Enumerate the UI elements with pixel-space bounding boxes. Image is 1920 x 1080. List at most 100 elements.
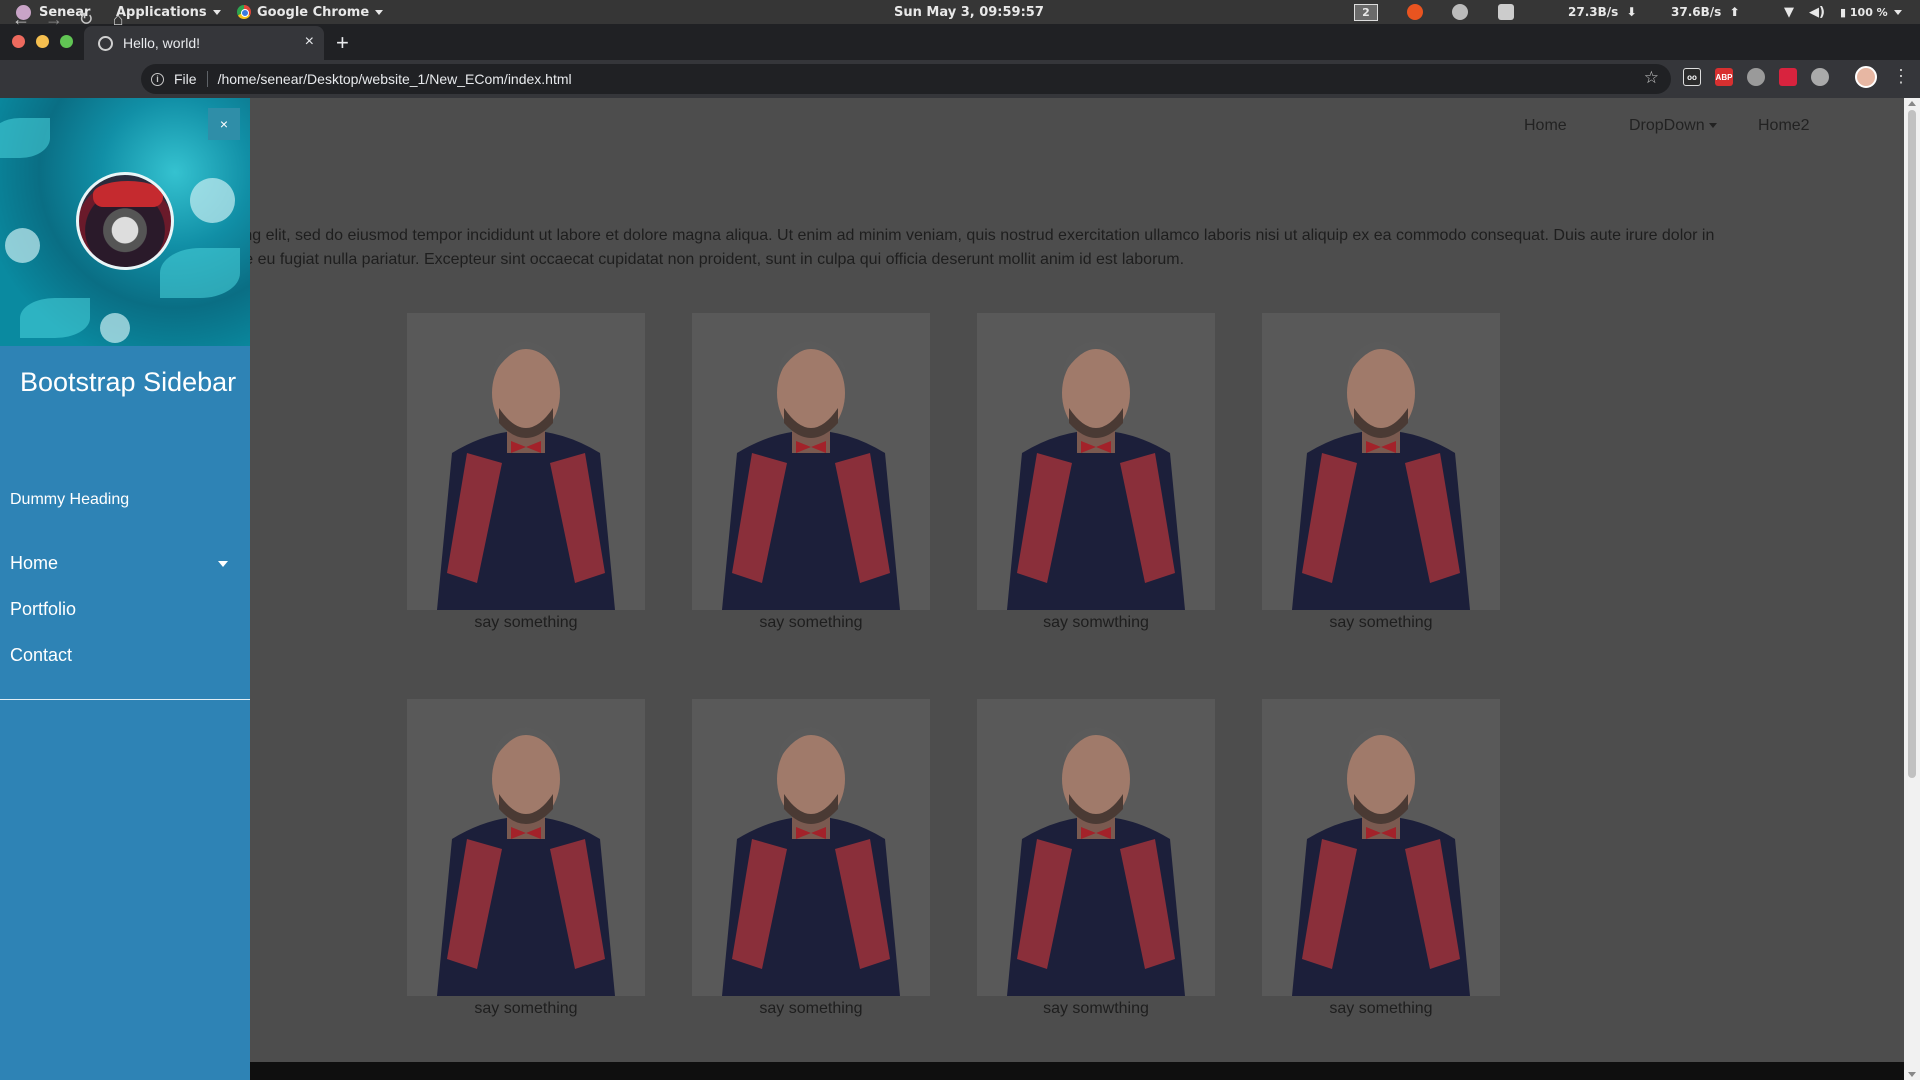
page-viewport: Home DropDown Home2 tetur adipisicing el… <box>0 98 1904 1080</box>
caret-down-icon <box>218 561 228 567</box>
volume-icon[interactable]: ◀) <box>1809 0 1825 24</box>
nav-home-link[interactable]: Home <box>1524 117 1567 135</box>
sidebar-item-home[interactable]: Home <box>10 553 240 574</box>
gallery-caption: say something <box>1329 1000 1433 1017</box>
accessibility-icon <box>1452 4 1468 20</box>
net-down-value: 27.3B/s <box>1568 5 1619 19</box>
sidebar-close-button[interactable]: × <box>208 108 240 140</box>
os-top-panel: Senear Applications Google Chrome Sun Ma… <box>0 0 1920 24</box>
sidebar: × Bootstrap Sidebar Dummy Heading Home P… <box>0 98 250 1080</box>
tray-accessibility-icon-wrap[interactable] <box>1452 0 1468 24</box>
tab-title: Hello, world! <box>123 35 201 51</box>
wifi-icon[interactable]: ▼ <box>1784 0 1794 24</box>
gallery-card: say somwthing <box>977 699 1215 1018</box>
gallery-caption: say something <box>1329 614 1433 631</box>
sidebar-item-label: Home <box>10 553 59 573</box>
gallery-caption: say something <box>759 1000 863 1017</box>
os-active-app-menu[interactable]: Google Chrome <box>237 0 384 24</box>
window-maximize-icon[interactable] <box>60 35 73 48</box>
gallery-photo[interactable] <box>692 699 930 996</box>
home-icon[interactable]: ⌂ <box>107 8 129 30</box>
back-icon[interactable]: ← <box>10 8 32 30</box>
reload-icon[interactable]: ↻ <box>75 8 97 30</box>
tray-app-icon-wrap[interactable] <box>1498 0 1514 24</box>
sidebar-title: Bootstrap Sidebar <box>20 367 237 397</box>
net-download-speed: 27.3B/s ⬇ <box>1568 0 1637 24</box>
workspace-indicator[interactable]: 2 <box>1354 0 1378 24</box>
browser-menu-icon[interactable]: ⋮ <box>1892 66 1910 87</box>
sidebar-header-banner: × <box>0 98 250 346</box>
os-active-app-label: Google Chrome <box>257 4 370 20</box>
scroll-down-icon[interactable] <box>1908 1072 1916 1077</box>
decor-flower <box>5 228 40 263</box>
sidebar-item-portfolio[interactable]: Portfolio <box>10 599 240 620</box>
gallery-card: say something <box>692 313 930 632</box>
bookmark-star-icon[interactable]: ☆ <box>1644 68 1659 88</box>
decor-leaf <box>20 298 90 338</box>
chevron-down-icon <box>375 9 384 15</box>
window-minimize-icon[interactable] <box>36 35 49 48</box>
sidebar-item-label: Contact <box>10 645 73 665</box>
gallery-card: say something <box>407 313 645 632</box>
info-icon[interactable]: i <box>151 72 164 86</box>
os-applications-menu[interactable]: Applications <box>116 0 221 24</box>
battery-indicator[interactable]: ▮ 100 % <box>1840 0 1902 24</box>
globe-ext-icon[interactable] <box>1747 68 1765 86</box>
os-clock[interactable]: Sun May 3, 09:59:57 <box>894 0 1044 24</box>
top-navbar: Home DropDown Home2 <box>1304 98 1904 154</box>
scroll-up-icon[interactable] <box>1908 101 1916 106</box>
page-scrollbar[interactable] <box>1904 98 1920 1080</box>
avatar-hood <box>93 181 163 207</box>
intro-line-2: e cillum dolore eu fugiat nulla pariatur… <box>150 251 1185 268</box>
sidebar-item-contact[interactable]: Contact <box>10 645 240 666</box>
workspace-number: 2 <box>1354 3 1378 21</box>
os-applications-label: Applications <box>116 4 207 20</box>
page-footer <box>0 1062 1904 1080</box>
decor-leaf <box>0 118 50 158</box>
nav-dropdown-toggle[interactable]: DropDown <box>1629 117 1717 135</box>
update-icon <box>1407 4 1423 20</box>
red-ext-icon[interactable] <box>1779 68 1797 86</box>
profile-avatar[interactable] <box>1855 66 1877 88</box>
gallery-caption: say somwthing <box>1043 1000 1149 1017</box>
tray-app-icon <box>1498 4 1514 20</box>
gallery-card: say something <box>692 699 930 1018</box>
decor-leaf <box>160 248 240 298</box>
tab-ext-icon[interactable]: oo <box>1683 68 1701 86</box>
tab-favicon-icon <box>98 35 113 51</box>
scrollbar-thumb[interactable] <box>1908 110 1916 778</box>
tab-close-icon[interactable]: × <box>305 33 314 51</box>
nav-dropdown-label: DropDown <box>1629 117 1705 134</box>
gallery-photo[interactable] <box>692 313 930 610</box>
download-arrow-icon: ⬇ <box>1618 5 1637 19</box>
gallery-photo[interactable] <box>1262 699 1500 996</box>
gallery-photo[interactable] <box>977 313 1215 610</box>
chevron-down-icon <box>1893 9 1902 15</box>
new-tab-button[interactable]: + <box>336 30 349 56</box>
gallery-photo[interactable] <box>1262 313 1500 610</box>
address-divider <box>206 71 208 87</box>
sidebar-item-label: Portfolio <box>10 599 77 619</box>
address-scheme: File <box>174 71 197 87</box>
nav-home2-link[interactable]: Home2 <box>1758 117 1810 135</box>
forward-icon[interactable]: → <box>43 8 65 30</box>
sidebar-dummy-heading: Dummy Heading <box>10 491 130 508</box>
browser-tab[interactable]: Hello, world! × <box>84 26 324 60</box>
gallery-photo[interactable] <box>407 699 645 996</box>
address-bar[interactable]: i File /home/senear/Desktop/website_1/Ne… <box>141 64 1671 94</box>
decor-flower <box>100 313 130 343</box>
gallery-card: say something <box>1262 313 1500 632</box>
upload-arrow-icon: ⬆ <box>1721 5 1740 19</box>
gallery-card: say something <box>407 699 645 1018</box>
address-url[interactable]: /home/senear/Desktop/website_1/New_ECom/… <box>218 71 572 87</box>
gallery-card: say something <box>1262 699 1500 1018</box>
gallery-photo[interactable] <box>407 313 645 610</box>
net-upload-speed: 37.6B/s ⬆ <box>1671 0 1740 24</box>
gallery-caption: say something <box>474 1000 578 1017</box>
gallery-caption: say somwthing <box>1043 614 1149 631</box>
adblock-plus-icon[interactable]: ABP <box>1715 68 1733 86</box>
gallery-photo[interactable] <box>977 699 1215 996</box>
window-close-icon[interactable] <box>12 35 25 48</box>
tray-update-icon-wrap[interactable] <box>1407 0 1423 24</box>
settings-ext-icon[interactable] <box>1811 68 1829 86</box>
